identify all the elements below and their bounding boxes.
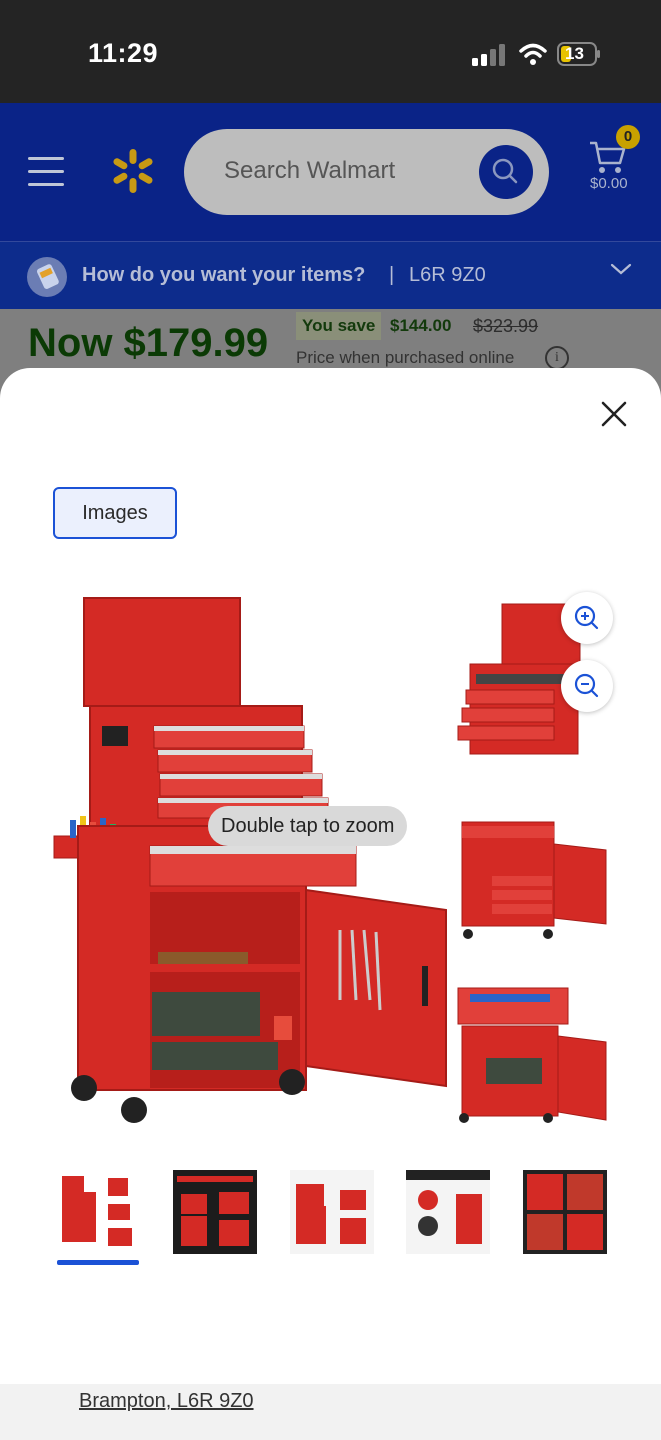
hamburger-icon[interactable] [28, 157, 64, 187]
was-price: $323.99 [473, 316, 539, 336]
info-icon[interactable]: i [545, 346, 569, 370]
battery-level: 13 [565, 44, 584, 63]
double-tap-hint: Double tap to zoom [208, 806, 408, 846]
thumbnail-3[interactable] [290, 1170, 374, 1254]
thumbnail-strip [56, 1170, 616, 1266]
delivery-icon [27, 257, 67, 297]
status-time: 11:29 [88, 38, 159, 68]
delivery-separator: | [389, 264, 395, 286]
search-placeholder: Search Walmart [224, 157, 396, 184]
footer-bar: Brampton, L6R 9Z0 [0, 1384, 661, 1440]
cart-button[interactable]: 0 $0.00 [588, 125, 640, 195]
current-price: Now $179.99 [28, 321, 269, 365]
save-amount: $144.00 [390, 316, 452, 335]
price-note: Price when purchased online [296, 348, 515, 367]
close-icon[interactable] [599, 399, 629, 429]
wifi-icon [519, 43, 547, 65]
status-bar: 11:29 13 [0, 0, 661, 103]
signal-icon [472, 44, 505, 66]
zoom-in-button[interactable] [561, 592, 613, 644]
cart-total: $0.00 [590, 175, 628, 192]
chevron-down-icon[interactable] [610, 262, 632, 276]
thumbnail-4[interactable] [406, 1170, 490, 1254]
you-save-label: You save [296, 312, 382, 340]
zoom-out-icon [574, 673, 599, 698]
delivery-postal-code: L6R 9Z0 [409, 264, 486, 286]
cart-count-badge: 0 [616, 125, 640, 149]
store-location-link[interactable]: Brampton, L6R 9Z0 [79, 1390, 254, 1413]
thumbnail-1[interactable] [56, 1170, 140, 1254]
zoom-out-button[interactable] [561, 660, 613, 712]
search-icon [492, 158, 518, 184]
search-input[interactable]: Search Walmart [184, 129, 549, 215]
delivery-bar[interactable]: How do you want your items? | L6R 9Z0 [0, 241, 661, 309]
delivery-question: How do you want your items? [82, 264, 366, 286]
thumbnail-5[interactable] [523, 1170, 607, 1254]
selected-thumbnail-indicator [57, 1260, 139, 1265]
search-button[interactable] [479, 145, 533, 199]
tab-images[interactable]: Images [53, 487, 177, 539]
thumbnail-2[interactable] [173, 1170, 257, 1254]
spark-logo-icon[interactable] [110, 148, 156, 194]
product-main-image[interactable] [40, 580, 620, 1140]
zoom-in-icon [574, 605, 599, 630]
battery-icon: 13 [557, 42, 601, 66]
